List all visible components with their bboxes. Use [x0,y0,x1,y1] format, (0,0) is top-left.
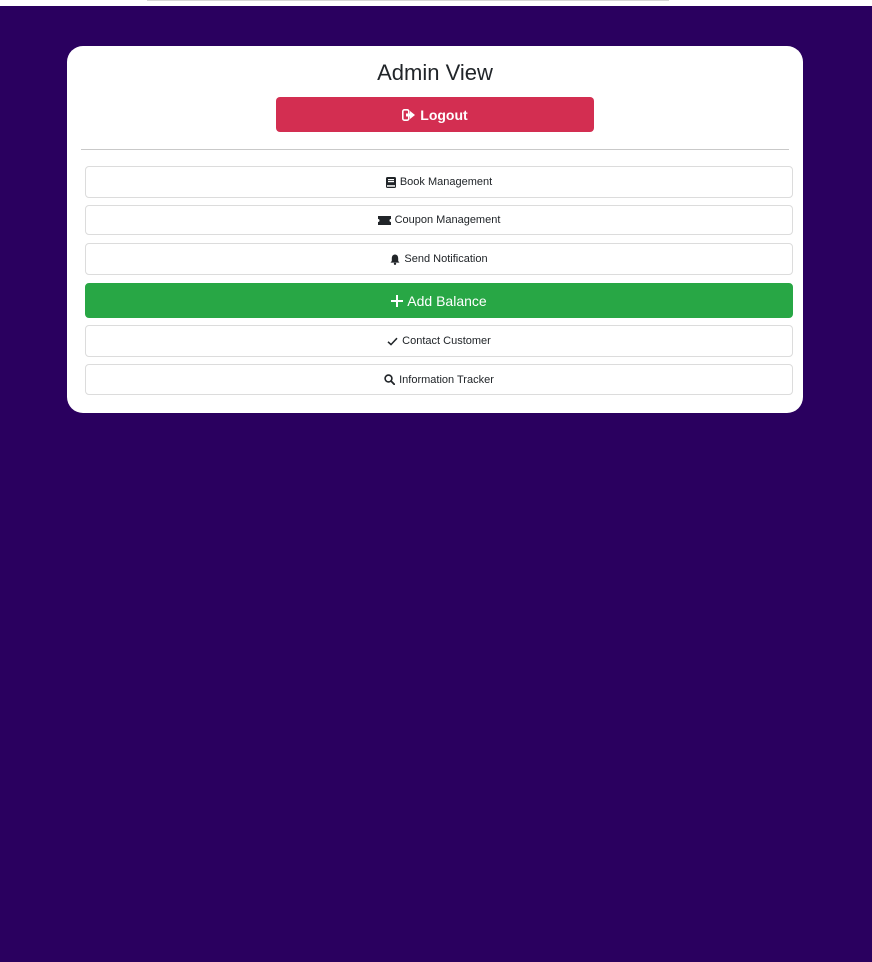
ticket-icon [377,215,391,225]
admin-panel-card: Admin View Logout Book Management Coupon… [67,46,803,413]
add-balance-button[interactable]: Add Balance [85,283,793,318]
contact-customer-button[interactable]: Contact Customer [85,325,793,357]
book-icon [385,176,396,188]
browser-top-bar [0,0,872,6]
contact-customer-label: Contact Customer [402,335,491,347]
check-icon [387,337,398,346]
sign-out-icon [402,108,416,121]
book-management-button[interactable]: Book Management [85,166,793,198]
bell-icon [390,254,400,265]
information-tracker-label: Information Tracker [399,373,494,386]
information-tracker-button[interactable]: Information Tracker [85,364,793,395]
page-title-wrap: Admin View [67,60,803,86]
divider [81,149,789,150]
send-notification-label: Send Notification [404,253,488,265]
search-icon [384,374,396,385]
logout-button[interactable]: Logout [276,97,594,132]
plus-icon [391,294,404,307]
coupon-management-button[interactable]: Coupon Management [85,205,793,235]
logout-label: Logout [420,106,468,123]
top-bar-line [147,0,669,1]
send-notification-button[interactable]: Send Notification [85,243,793,275]
coupon-management-label: Coupon Management [394,214,501,226]
page-title: Admin View [377,60,493,85]
book-management-label: Book Management [399,176,493,188]
add-balance-label: Add Balance [407,292,487,309]
